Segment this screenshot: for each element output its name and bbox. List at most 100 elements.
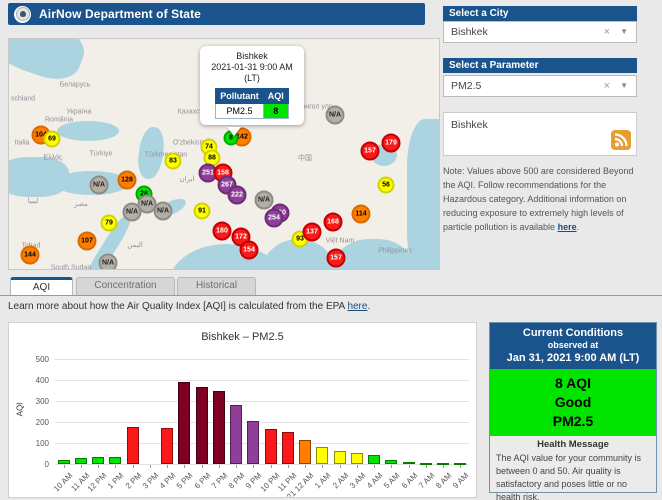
chart-bar	[195, 387, 208, 464]
chart-y-tick: 200	[35, 417, 49, 427]
map-country-label: Беларусь	[59, 81, 91, 89]
map-country-label: Україна	[66, 108, 92, 116]
chart-x-label: 10 AM	[51, 471, 74, 494]
aqi-bar-chart: Bishkek – PM2.5 AQI 0 100 200 300 400 500 10 A…	[8, 322, 477, 498]
map-country-label: اليمن	[127, 242, 143, 249]
map-aqi-marker[interactable]: 69	[43, 130, 61, 148]
app-header: AirNow Department of State	[8, 3, 425, 25]
health-message-text: The AQI value for your community is betw…	[496, 453, 642, 500]
map-popup: Bishkek 2021-01-31 9:00 AM (LT) Pollutan…	[200, 46, 304, 125]
chart-x-tick	[391, 465, 393, 468]
map-aqi-marker[interactable]: 157	[326, 248, 346, 268]
chart-bar	[350, 452, 363, 464]
tab-concentration[interactable]: Concentration	[76, 277, 175, 295]
chart-x-tick	[425, 465, 427, 468]
chart-y-axis-label: AQI	[15, 402, 25, 417]
chart-gridline	[55, 422, 469, 423]
parameter-chevron-down-icon[interactable]: ▼	[620, 76, 628, 96]
chart-bar	[281, 432, 294, 464]
chart-x-label: 8 PM	[226, 471, 247, 491]
note-text: Note: Values above 500 are considered Be…	[443, 166, 634, 232]
map-aqi-marker[interactable]: N/A	[325, 105, 345, 125]
map-aqi-marker[interactable]: 137	[302, 222, 322, 242]
chart-bar	[109, 457, 122, 464]
chart-x-tick	[115, 465, 117, 468]
map-aqi-marker[interactable]: 91	[193, 202, 211, 220]
current-conditions-header: Current Conditions observed at Jan 31, 2…	[490, 323, 656, 369]
map-country-label: South Sudan	[50, 264, 92, 270]
aqi-value-box: 8 AQI Good PM2.5	[490, 369, 656, 436]
chart-x-tick	[460, 465, 462, 468]
chart-x-tick	[184, 465, 186, 468]
rss-city-label: Bishkek	[451, 119, 488, 131]
chart-x-label: 2 AM	[330, 471, 350, 491]
map-aqi-marker[interactable]: 157	[360, 141, 380, 161]
city-select[interactable]: Bishkek × ▼	[443, 21, 637, 43]
health-message-box: Health Message The AQI value for your co…	[490, 436, 656, 500]
current-conditions-title: Current Conditions	[522, 327, 624, 339]
chart-bar	[264, 428, 277, 464]
popup-city: Bishkek	[236, 51, 268, 61]
chart-x-label: 6 PM	[192, 471, 212, 491]
chart-bar	[92, 457, 105, 464]
chart-x-tick	[98, 465, 100, 468]
map-aqi-marker[interactable]: 180	[212, 221, 232, 241]
chart-x-tick	[167, 465, 169, 468]
map-aqi-marker[interactable]: N/A	[89, 175, 109, 195]
observed-at-label: observed at	[547, 340, 599, 350]
map-aqi-marker[interactable]: N/A	[153, 201, 173, 221]
map-aqi-marker[interactable]: N/A	[254, 190, 274, 210]
chart-x-label: 7 PM	[209, 471, 230, 491]
chart-gridline	[55, 359, 469, 360]
note-here-link[interactable]: here	[558, 222, 577, 232]
map-aqi-marker[interactable]: 144	[20, 245, 40, 265]
map-country-label: مصر	[74, 201, 88, 208]
chart-x-tick	[80, 465, 82, 468]
chart-x-label: 1 AM	[313, 471, 333, 491]
tab-historical[interactable]: Historical	[177, 277, 256, 295]
map-aqi-marker[interactable]: 168	[323, 212, 343, 232]
chart-bar	[247, 420, 260, 464]
map-aqi-marker[interactable]: 254	[264, 208, 284, 228]
aqi-value: 8 AQI	[554, 375, 592, 391]
map-aqi-marker[interactable]: 154	[239, 240, 259, 260]
parameter-select[interactable]: PM2.5 × ▼	[443, 75, 637, 97]
map-country-label: Philippines	[378, 247, 412, 255]
chart-x-tick	[408, 465, 410, 468]
map-aqi-marker[interactable]: 107	[77, 231, 97, 251]
rss-icon[interactable]	[611, 130, 631, 150]
select-city-header: Select a City	[443, 6, 637, 21]
chart-gridline	[55, 401, 469, 402]
map-aqi-marker[interactable]: 179	[381, 133, 401, 153]
chart-bar	[316, 446, 329, 464]
map-aqi-marker[interactable]: 56	[377, 176, 395, 194]
chart-x-label: 5 AM	[382, 471, 402, 491]
city-chevron-down-icon[interactable]: ▼	[620, 22, 628, 42]
chart-bar	[57, 459, 70, 464]
map-aqi-marker[interactable]: 114	[351, 204, 371, 224]
chart-x-tick	[132, 465, 134, 468]
map-country-label: Ελλάς	[43, 154, 63, 162]
chart-y-tick: 300	[35, 396, 49, 406]
popup-table: Pollutant AQI PM2.5 8	[215, 88, 289, 119]
chart-x-tick	[443, 465, 445, 468]
map-aqi-marker[interactable]: 222	[227, 185, 247, 205]
map-aqi-marker[interactable]: 79	[100, 214, 118, 232]
city-clear-icon[interactable]: ×	[604, 22, 610, 42]
map-aqi-marker[interactable]: 83	[164, 152, 182, 170]
map-popup-pointer	[227, 127, 241, 136]
map-aqi-marker[interactable]: 128	[117, 170, 137, 190]
chart-x-tick	[63, 465, 65, 468]
chart-x-tick	[253, 465, 255, 468]
aqi-world-map[interactable]: schland Беларусь Україна România Italia Ελλάς…	[8, 38, 440, 270]
parameter-clear-icon[interactable]: ×	[604, 76, 610, 96]
chart-bar	[368, 455, 381, 464]
tab-aqi[interactable]: AQI	[10, 277, 73, 295]
map-aqi-marker[interactable]: N/A	[98, 253, 118, 269]
chart-bar	[126, 427, 139, 464]
map-aqi-marker[interactable]: N/A	[122, 202, 142, 222]
chart-x-tick	[339, 465, 341, 468]
learn-more-here-link[interactable]: here	[347, 301, 367, 312]
tab-divider	[0, 295, 662, 296]
chart-x-label: 5 PM	[175, 471, 195, 491]
